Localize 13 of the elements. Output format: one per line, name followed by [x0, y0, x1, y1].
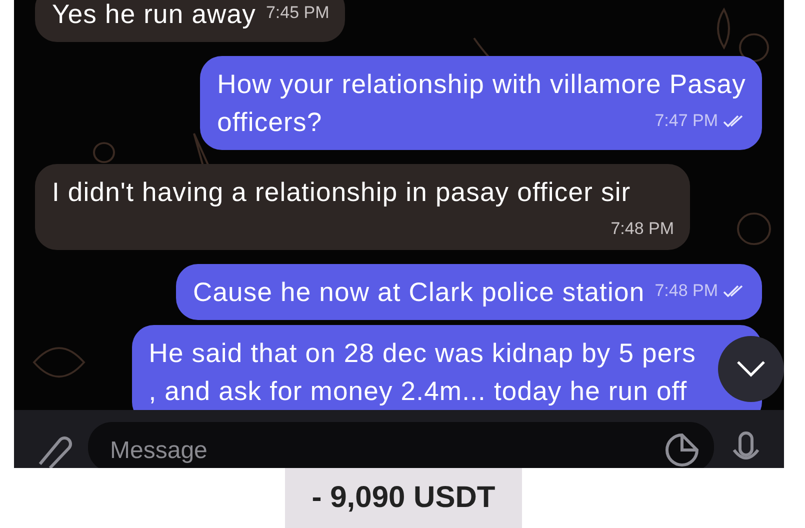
message-time: 7:48 PM: [654, 280, 718, 302]
message-bubble: Yes he run away 7:45 PM: [35, 0, 346, 42]
message-bubble: How your relationship with villamore Pasay officers? 7:47 PM: [200, 56, 762, 150]
message-bubble: He said that on 28 dec was kidnap by 5 pers , and ask for money 2.4m... today he run off: [132, 325, 762, 410]
amount-label: - 9,090 USDT: [285, 468, 522, 528]
message-time: 7:47 PM: [654, 110, 718, 132]
chevron-down-icon: [735, 360, 767, 378]
message-bubble: Cause he now at Clark police station 7:48 PM: [176, 264, 762, 320]
message-time: 7:48 PM: [610, 218, 674, 240]
message-bubble: I didn't having a relationship in pasay officer sir 7:48 PM: [35, 164, 690, 250]
message-time: 7:45 PM: [266, 2, 330, 24]
sticker-icon[interactable]: [664, 432, 700, 468]
message-field[interactable]: Message: [88, 422, 714, 468]
